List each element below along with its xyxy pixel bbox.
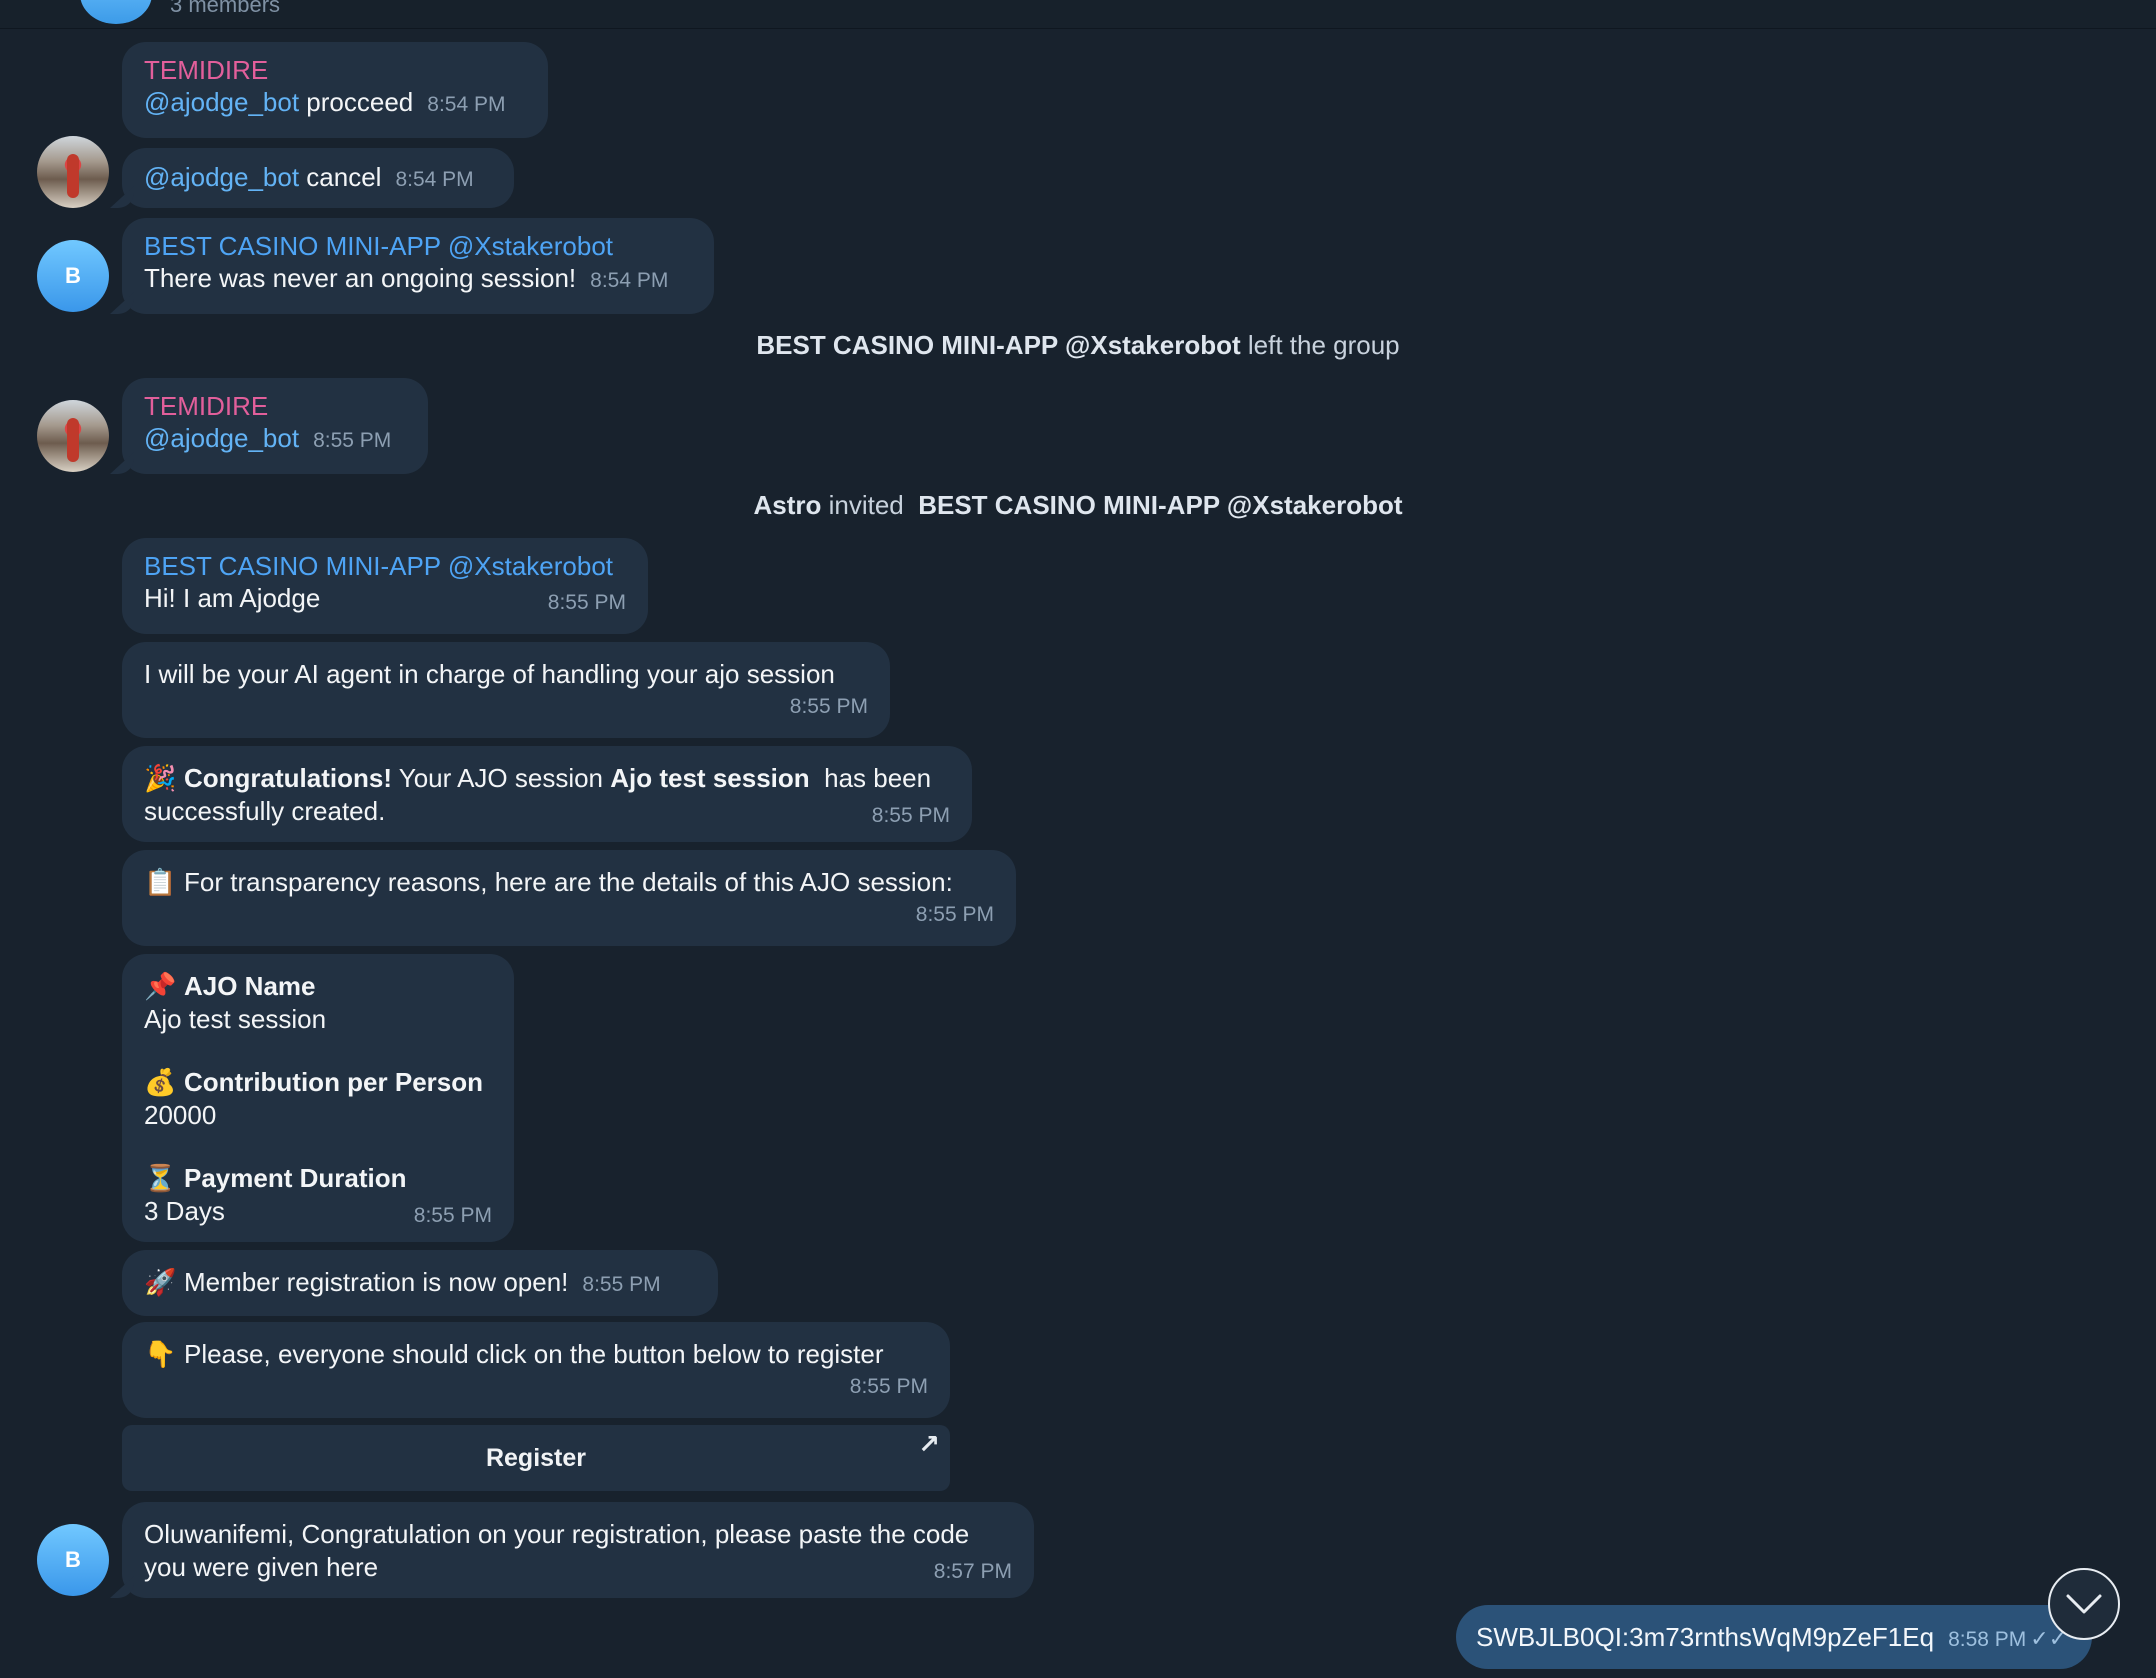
chat-header: 3 members [0, 0, 2156, 29]
hourglass-icon: ⏳ [144, 1163, 177, 1193]
message-text: I will be your AI agent in charge of han… [144, 659, 835, 689]
message-text: Member registration is now open! [184, 1267, 569, 1297]
external-link-icon: ↗ [918, 1429, 940, 1459]
mention-link[interactable]: @ajodge_bot [144, 423, 299, 453]
pin-icon: 📌 [144, 971, 177, 1001]
message-time: 8:55 PM [582, 1273, 661, 1296]
message-time: 8:55 PM [849, 1375, 928, 1398]
contribution-label: Contribution per Person [184, 1067, 483, 1097]
service-bot-name[interactable]: BEST CASINO MINI-APP @Xstakerobot [918, 490, 1402, 520]
message-time: 8:54 PM [590, 269, 669, 292]
mention-link[interactable]: @ajodge_bot [144, 162, 299, 192]
message-bubble[interactable]: BEST CASINO MINI-APP @Xstakerobot Hi! I … [122, 538, 648, 634]
message-bubble[interactable]: Oluwanifemi, Congratulation on your regi… [122, 1502, 1034, 1598]
rocket-icon: 🚀 [144, 1267, 177, 1297]
sender-name[interactable]: TEMIDIRE [144, 390, 406, 422]
ajo-name-label: AJO Name [184, 971, 316, 1001]
session-name: Ajo test session [610, 763, 810, 793]
sender-name[interactable]: BEST CASINO MINI-APP @Xstakerobot [144, 550, 626, 582]
message-time: 8:55 PM [413, 1204, 492, 1227]
register-button-label: Register [485, 1444, 587, 1472]
message-bubble[interactable]: TEMIDIRE @ajodge_bot procceed 8:54 PM [122, 42, 548, 138]
message-text: There was never an ongoing session! [144, 263, 577, 293]
message-bubble[interactable]: 🚀 Member registration is now open! 8:55 PM [122, 1250, 718, 1316]
message-time: 8:55 PM [313, 429, 392, 452]
member-count: 3 members [170, 0, 281, 17]
message-text: Your AJO session [392, 763, 611, 793]
message-bubble[interactable]: TEMIDIRE @ajodge_bot 8:55 PM [122, 378, 428, 474]
service-actor[interactable]: Astro [753, 490, 821, 520]
message-time: 8:58 PM [1948, 1628, 2027, 1651]
service-message: Astro invited BEST CASINO MINI-APP @Xsta… [0, 490, 2156, 521]
message-time: 8:55 PM [915, 903, 994, 926]
message-text: SWBJLB0QI:3m73rnthsWqM9pZeF1Eq [1476, 1622, 1935, 1652]
message-bubble[interactable]: BEST CASINO MINI-APP @Xstakerobot There … [122, 218, 714, 314]
user-avatar[interactable] [37, 136, 109, 208]
party-icon: 🎉 [144, 763, 177, 793]
duration-value: 3 Days [144, 1196, 225, 1226]
message-text: For transparency reasons, here are the d… [184, 867, 953, 897]
message-bubble[interactable]: 📋 For transparency reasons, here are the … [122, 850, 1016, 946]
message-bold: Congratulations! [184, 763, 392, 793]
message-text: procceed [299, 87, 414, 117]
message-time: 8:55 PM [789, 695, 868, 718]
bot-avatar[interactable]: B [37, 240, 109, 312]
sender-name[interactable]: BEST CASINO MINI-APP @Xstakerobot [144, 230, 692, 262]
message-bubble[interactable]: 🎉 Congratulations! Your AJO session Ajo t… [122, 746, 972, 842]
message-time: 8:55 PM [547, 591, 626, 614]
message-text: Hi! I am Ajodge [144, 583, 321, 613]
group-avatar[interactable] [80, 0, 152, 24]
service-message: BEST CASINO MINI-APP @Xstakerobot left t… [0, 330, 2156, 361]
mention-link[interactable]: @ajodge_bot [144, 87, 299, 117]
message-bubble[interactable]: 👇 Please, everyone should click on the bu… [122, 1322, 950, 1418]
message-time: 8:57 PM [933, 1560, 1012, 1583]
clipboard-icon: 📋 [144, 867, 177, 897]
session-details-bubble[interactable]: 📌 AJO Name Ajo test session 💰 Contribution… [122, 954, 514, 1242]
message-time: 8:55 PM [871, 804, 950, 827]
message-text: Please, everyone should click on the but… [184, 1339, 884, 1369]
money-bag-icon: 💰 [144, 1067, 177, 1097]
ajo-name-value: Ajo test session [144, 1004, 327, 1034]
pointing-down-icon: 👇 [144, 1339, 177, 1369]
register-button[interactable]: Register ↗ [122, 1425, 950, 1491]
bot-avatar[interactable]: B [37, 1524, 109, 1596]
chevron-down-icon [2066, 1594, 2102, 1614]
message-text: cancel [299, 162, 382, 192]
outgoing-message[interactable]: SWBJLB0QI:3m73rnthsWqM9pZeF1Eq 8:58 PM ✓✓ [1456, 1605, 2092, 1669]
duration-label: Payment Duration [184, 1163, 407, 1193]
contribution-value: 20000 [144, 1100, 217, 1130]
message-bubble[interactable]: @ajodge_bot cancel 8:54 PM [122, 148, 514, 208]
user-avatar[interactable] [37, 400, 109, 472]
message-bubble[interactable]: I will be your AI agent in charge of han… [122, 642, 890, 738]
message-text: Oluwanifemi, Congratulation on your regi… [144, 1519, 970, 1582]
service-text: left the group [1240, 330, 1400, 360]
scroll-down-button[interactable] [2048, 1568, 2120, 1640]
message-time: 8:54 PM [395, 168, 474, 191]
sender-name[interactable]: TEMIDIRE [144, 54, 526, 86]
service-bot-name[interactable]: BEST CASINO MINI-APP @Xstakerobot [756, 330, 1240, 360]
message-time: 8:54 PM [427, 93, 506, 116]
service-text: invited [821, 490, 919, 520]
